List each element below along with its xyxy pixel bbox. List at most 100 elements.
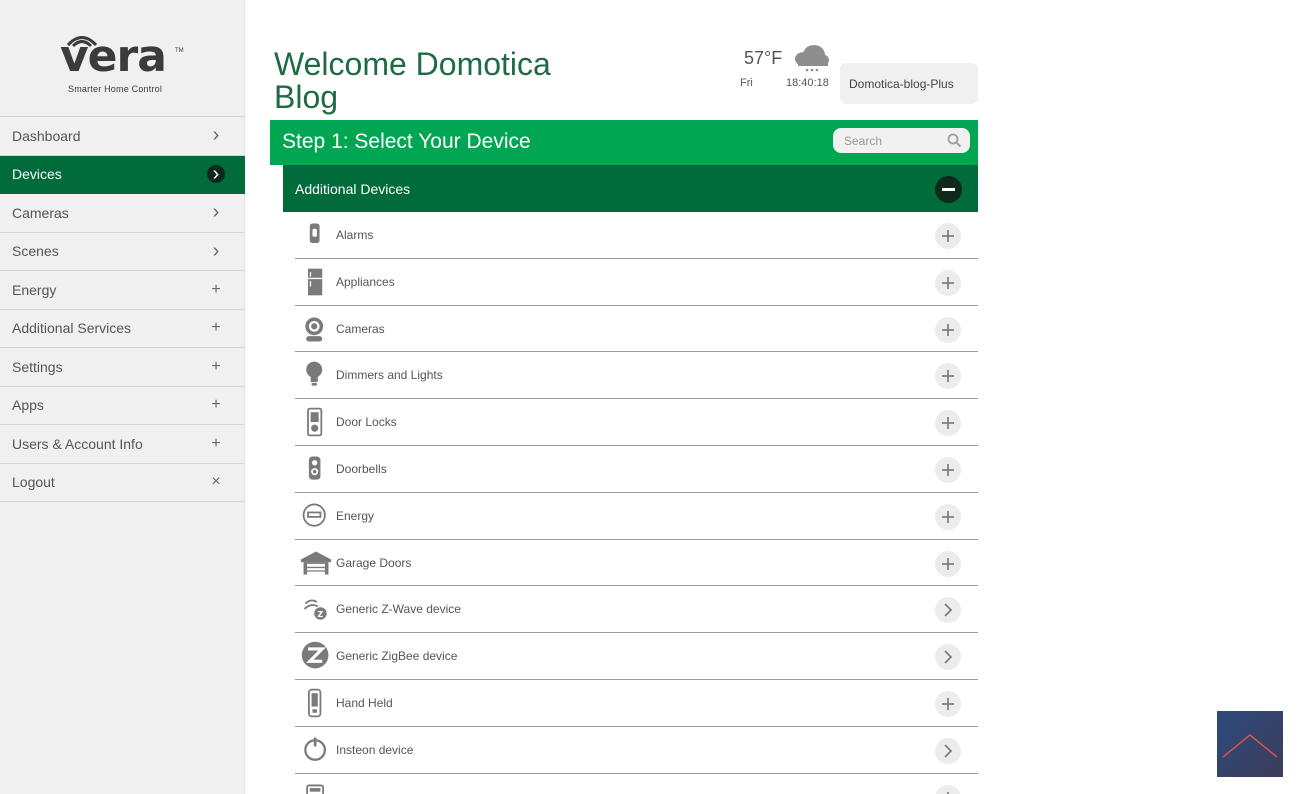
device-row[interactable]: Appliances [295, 259, 978, 306]
plus-icon [942, 276, 954, 289]
plus-icon: + [211, 280, 221, 298]
sidebar-item-label: Energy [12, 281, 57, 298]
plus-icon [942, 417, 954, 430]
device-row[interactable]: Cameras [295, 306, 978, 353]
door-lock-icon [307, 407, 323, 437]
section-header[interactable]: Additional Devices [283, 165, 978, 212]
garage-icon [300, 551, 332, 575]
bulb-icon [306, 362, 323, 387]
chevron-right-icon [944, 650, 953, 664]
sidebar-item-scenes[interactable]: Scenes › [0, 233, 245, 271]
sidebar: vera TM Smarter Home Control Dashboard › D… [0, 0, 245, 794]
add-device-button[interactable] [935, 410, 961, 437]
close-icon: × [211, 473, 221, 491]
sidebar-item-dashboard[interactable]: Dashboard › [0, 117, 245, 156]
chevron-right-icon: › [212, 239, 220, 262]
sidebar-item-label: Settings [12, 358, 63, 375]
add-device-button[interactable] [935, 269, 961, 296]
sidebar-item-energy[interactable]: Energy + [0, 271, 245, 310]
logo-trademark: TM [175, 48, 184, 54]
weather-day: Fri [740, 77, 753, 89]
sidebar-item-label: Cameras [12, 204, 69, 221]
device-label: Generic ZigBee device [336, 649, 458, 664]
energy-meter-icon [302, 503, 326, 527]
sidebar-item-users-account-info[interactable]: Users & Account Info + [0, 425, 245, 464]
insteon-icon [304, 737, 326, 761]
plus-icon [942, 323, 954, 336]
device-row[interactable]: Doorbells [295, 446, 978, 493]
plus-icon: + [211, 319, 221, 337]
chevron-right-icon [944, 744, 953, 758]
plus-icon [942, 510, 954, 523]
logo-wordmark: vera [60, 31, 167, 82]
sidebar-item-additional-services[interactable]: Additional Services + [0, 310, 245, 348]
device-row[interactable]: Energy [295, 493, 978, 540]
plus-icon: + [211, 434, 221, 452]
sidebar-nav: Dashboard › Devices › Cameras › Scenes › Energy +… [0, 116, 245, 502]
collapse-button[interactable] [935, 176, 962, 203]
plus-icon [942, 230, 954, 242]
search-icon[interactable] [947, 133, 962, 148]
plus-icon [942, 370, 954, 383]
device-label: Generic Z-Wave device [336, 602, 461, 617]
add-device-button[interactable] [935, 784, 961, 794]
weather-temperature: 57°F [744, 48, 783, 68]
device-label: Garage Doors [336, 555, 412, 570]
device-label: Cameras [336, 321, 385, 336]
scroll-to-top-button[interactable] [1217, 711, 1283, 777]
device-row[interactable] [295, 774, 978, 794]
plus-icon: + [211, 396, 221, 414]
add-device-button[interactable] [935, 456, 961, 483]
add-device-button[interactable] [935, 363, 961, 390]
account-button[interactable]: Domotica-blog-Plus [840, 63, 978, 104]
device-row[interactable]: Hand Held [295, 680, 978, 727]
sidebar-item-settings[interactable]: Settings + [0, 348, 245, 387]
doorbell-icon [308, 456, 321, 480]
add-device-button[interactable] [935, 316, 961, 343]
device-row[interactable]: Generic ZigBee device [295, 633, 978, 680]
page-title: Welcome Domotica Blog [274, 46, 551, 115]
sidebar-item-label: Scenes [12, 243, 59, 260]
chevron-right-icon: › [212, 201, 220, 224]
search-box[interactable] [833, 128, 970, 153]
sidebar-item-label: Additional Services [12, 320, 132, 337]
plus-icon: + [211, 357, 221, 375]
add-device-button[interactable] [935, 503, 961, 530]
device-row[interactable]: Door Locks [295, 399, 978, 446]
zigbee-icon [301, 641, 329, 669]
chevron-right-icon: › [212, 124, 220, 147]
device-row[interactable]: Dimmers and Lights [295, 352, 978, 400]
device-row[interactable]: Insteon device [295, 727, 978, 774]
add-device-button[interactable] [935, 550, 961, 577]
sidebar-item-devices[interactable]: Devices › [0, 155, 245, 194]
step-header: Step 1: Select Your Device [270, 120, 978, 165]
remote-icon [308, 688, 322, 718]
sidebar-item-label: Apps [12, 397, 44, 414]
device-label: Hand Held [336, 695, 393, 710]
device-label: Door Locks [336, 415, 397, 430]
device-label: Appliances [336, 274, 395, 289]
plus-icon [947, 791, 949, 794]
sidebar-item-apps[interactable]: Apps + [0, 387, 245, 425]
clock-time: 18:40:18 [786, 77, 829, 89]
sidebar-item-logout[interactable]: Logout × [0, 464, 245, 502]
sidebar-item-label: Dashboard [12, 127, 81, 144]
device-list: Alarms Appliances Cameras Dimmers and Light… [295, 212, 978, 794]
chevron-right-icon [944, 603, 953, 617]
vera-logo[interactable]: vera TM Smarter Home Control [58, 30, 188, 100]
open-device-button[interactable] [935, 597, 961, 624]
svg-text:Z: Z [317, 610, 323, 619]
device-row[interactable]: Garage Doors [295, 540, 978, 587]
open-device-button[interactable] [935, 737, 961, 764]
sidebar-item-label: Users & Account Info [12, 435, 143, 452]
add-device-button[interactable] [935, 223, 961, 249]
open-device-button[interactable] [935, 644, 961, 671]
alarm-icon [309, 223, 320, 243]
add-device-button[interactable] [935, 690, 961, 717]
sidebar-item-cameras[interactable]: Cameras › [0, 194, 245, 233]
step-title: Step 1: Select Your Device [282, 130, 531, 153]
device-row[interactable]: Alarms [295, 212, 978, 259]
chevron-up-icon [1222, 734, 1278, 758]
appliance-icon [308, 268, 323, 296]
device-row[interactable]: Z Generic Z-Wave device [295, 586, 978, 634]
